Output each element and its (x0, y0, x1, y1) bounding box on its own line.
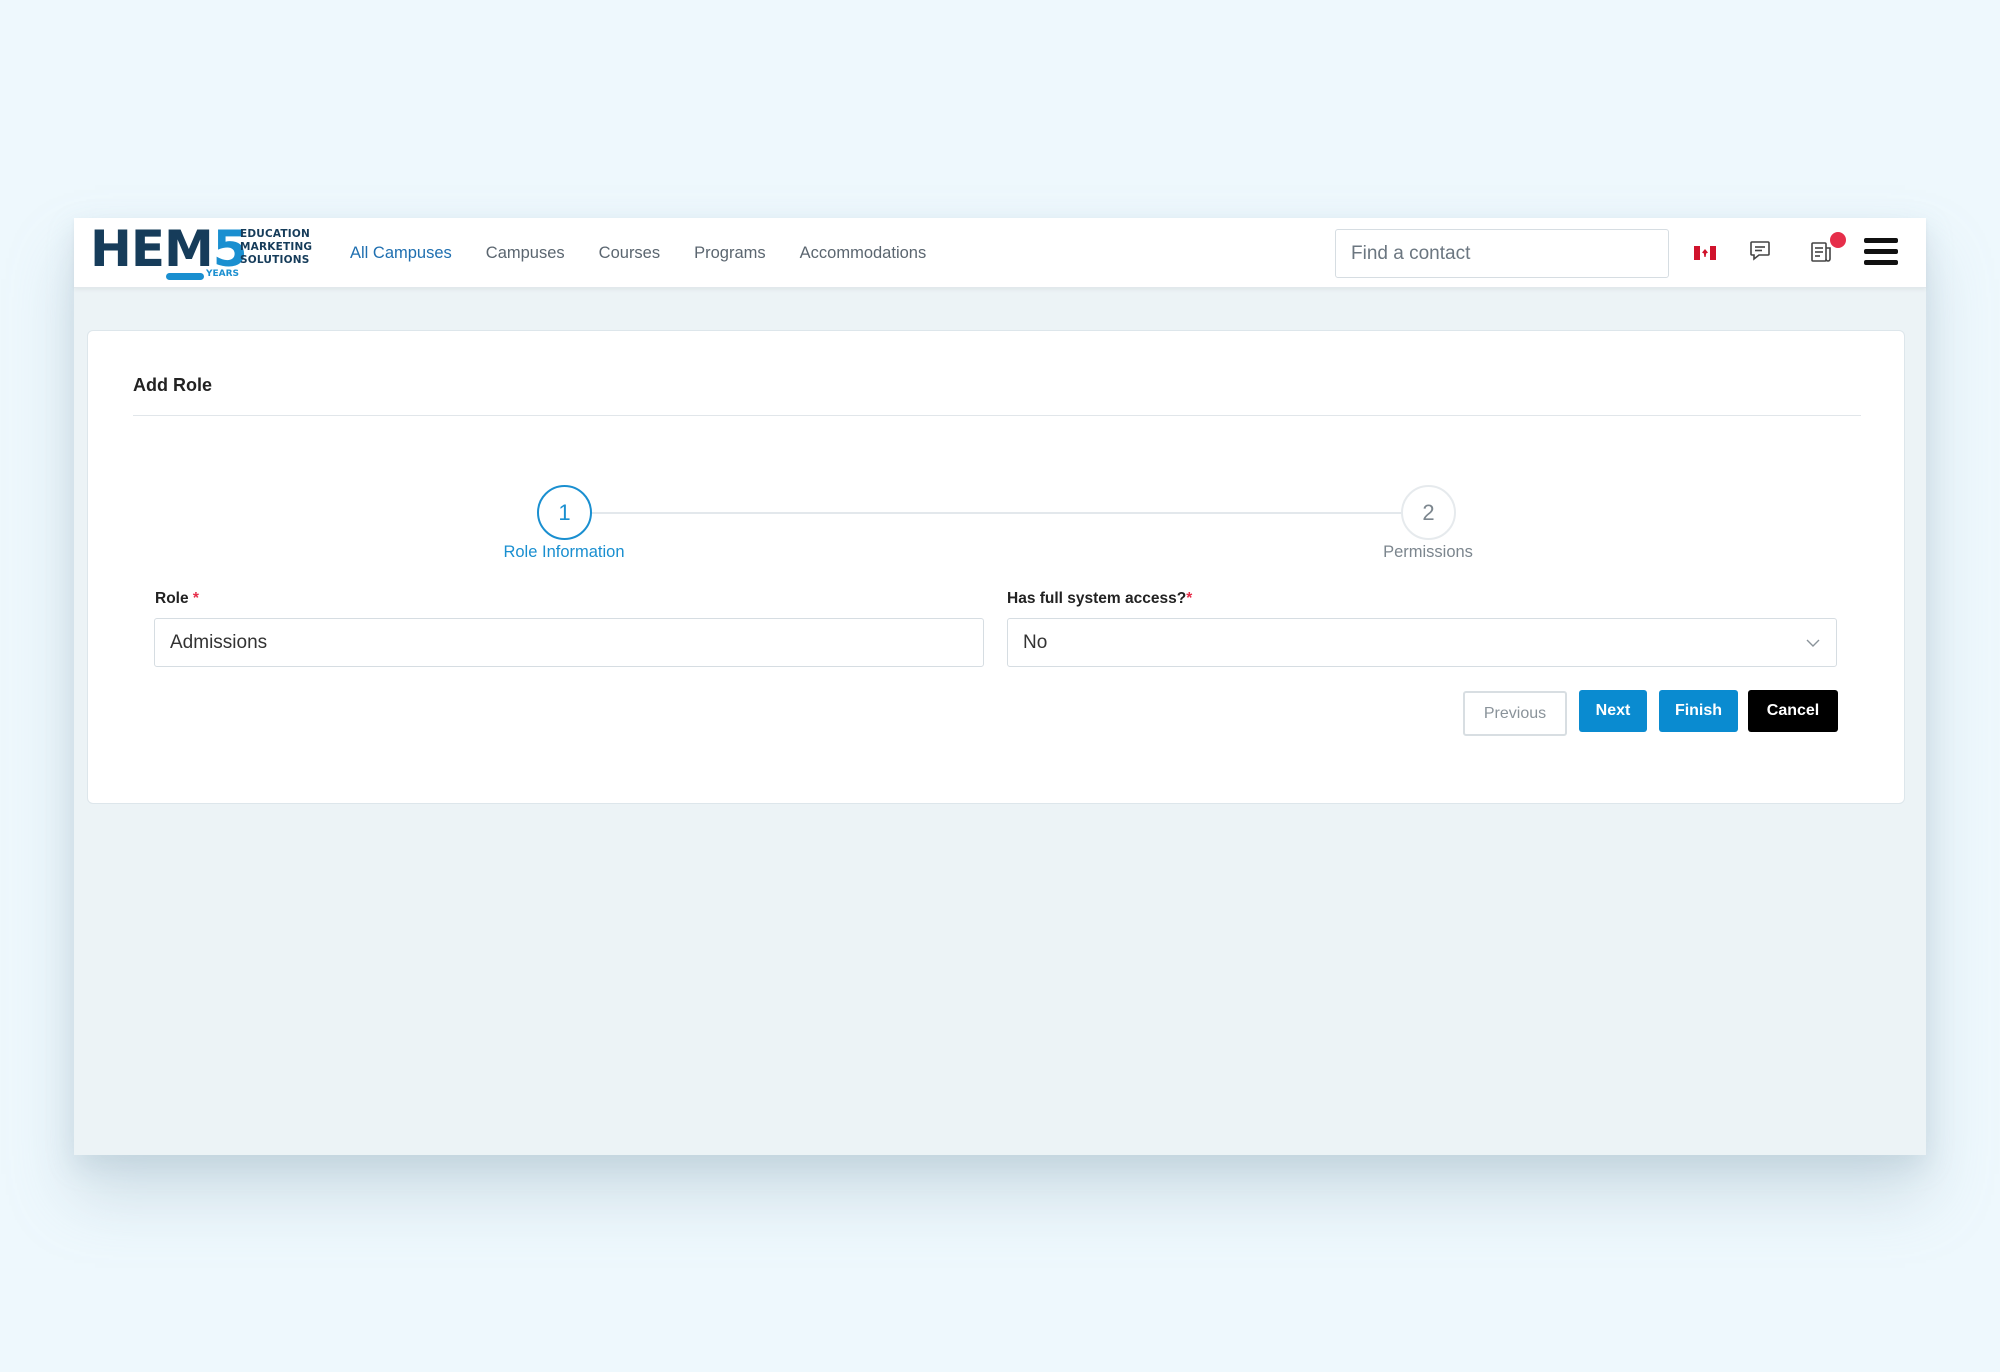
logo-underline-bar (166, 273, 204, 280)
canada-flag-icon[interactable] (1694, 246, 1716, 260)
nav-item-programs[interactable]: Programs (694, 244, 766, 263)
stepper-line (588, 512, 1438, 514)
required-marker: * (192, 590, 199, 607)
top-navbar: HEM5 EDUCATION MARKETING SOLUTIONS YEARS… (74, 218, 1926, 288)
full-access-select[interactable]: No (1007, 618, 1837, 667)
chat-icon[interactable] (1748, 239, 1772, 263)
logo-tagline: EDUCATION MARKETING SOLUTIONS (240, 228, 313, 266)
previous-button[interactable]: Previous (1463, 691, 1567, 736)
nav-item-accommodations[interactable]: Accommodations (800, 244, 927, 263)
notification-dot (1830, 232, 1846, 248)
add-role-card: Add Role 1 2 Role Information Permission… (87, 330, 1905, 804)
app-window: HEM5 EDUCATION MARKETING SOLUTIONS YEARS… (74, 218, 1926, 1155)
role-label: Role * (155, 590, 199, 607)
step-1-label: Role Information (503, 543, 625, 561)
nav-item-campuses[interactable]: Campuses (486, 244, 565, 263)
nav-item-all-campuses[interactable]: All Campuses (350, 244, 452, 263)
hamburger-menu-icon[interactable] (1864, 238, 1898, 268)
full-access-label: Has full system access?* (1007, 590, 1193, 607)
hem-logo[interactable]: HEM5 EDUCATION MARKETING SOLUTIONS YEARS (90, 222, 320, 284)
title-divider (133, 415, 1861, 416)
step-1-circle[interactable]: 1 (537, 485, 592, 540)
cancel-button[interactable]: Cancel (1748, 690, 1838, 732)
next-button[interactable]: Next (1579, 690, 1647, 732)
role-input[interactable]: Admissions (154, 618, 984, 667)
step-2-circle[interactable]: 2 (1401, 485, 1456, 540)
step-2-label: Permissions (1383, 543, 1473, 561)
nav-item-courses[interactable]: Courses (599, 244, 660, 263)
main-nav: All Campuses Campuses Courses Programs A… (350, 218, 960, 288)
required-marker: * (1186, 590, 1193, 607)
logo-wordmark: HEM5 (90, 220, 248, 278)
chevron-down-icon (1806, 639, 1820, 647)
contact-search-input[interactable] (1335, 229, 1669, 278)
finish-button[interactable]: Finish (1659, 690, 1738, 732)
logo-years: YEARS (206, 269, 240, 279)
page-title: Add Role (133, 375, 212, 395)
